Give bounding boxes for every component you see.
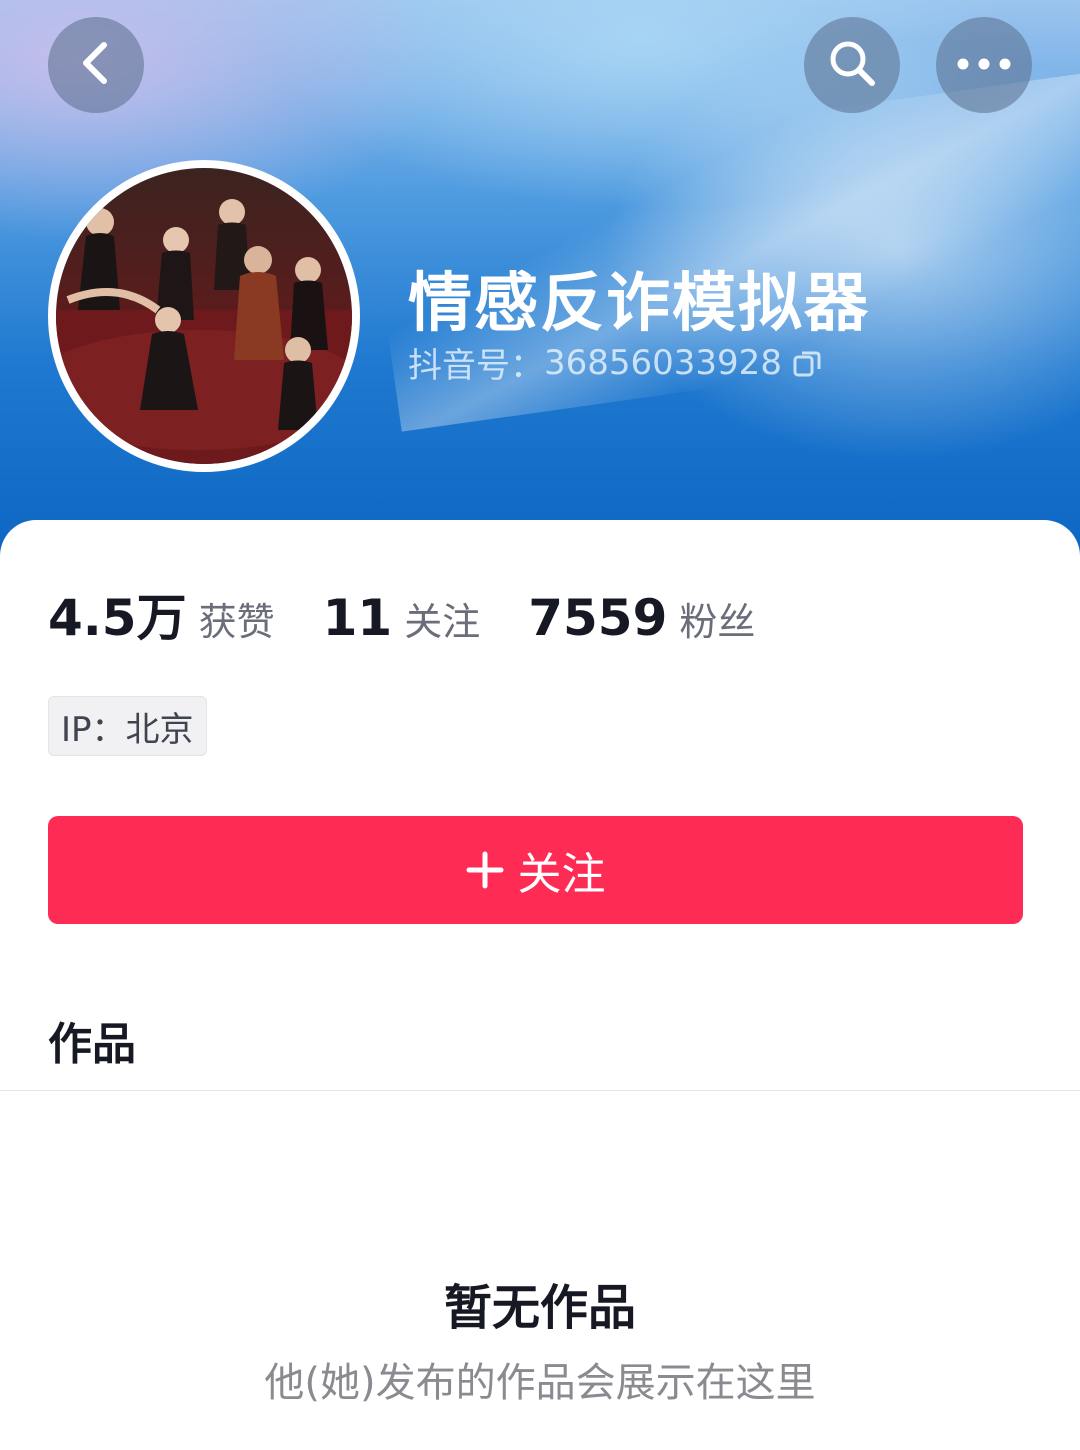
stat-value: 4.5万 — [48, 589, 187, 647]
douyin-id-value: 36856033928 — [544, 342, 782, 383]
divider — [0, 1090, 1080, 1091]
profile-page: 情感反诈模拟器 抖音号： 36856033928 4.5万 获赞 11 关注 7… — [0, 0, 1080, 1450]
douyin-id-label: 抖音号： — [408, 346, 544, 386]
stat-likes[interactable]: 4.5万 获赞 — [48, 578, 275, 650]
stat-followers[interactable]: 7559 粉丝 — [528, 589, 755, 647]
stats-row: 4.5万 获赞 11 关注 7559 粉丝 — [48, 578, 803, 650]
back-button[interactable] — [48, 17, 144, 113]
stat-label: 获赞 — [198, 600, 275, 644]
search-icon — [826, 37, 878, 93]
tab-works[interactable]: 作品 — [48, 1008, 136, 1072]
stat-value: 11 — [322, 589, 393, 647]
more-button[interactable] — [936, 17, 1032, 113]
follow-button-label: 关注 — [517, 849, 606, 900]
empty-state-title: 暂无作品 — [443, 1280, 636, 1336]
profile-nickname: 情感反诈模拟器 — [408, 267, 870, 341]
stat-label: 关注 — [404, 600, 481, 644]
profile-card: 4.5万 获赞 11 关注 7559 粉丝 IP：北京 关注 作品 暂无作品 他… — [0, 520, 1080, 1450]
avatar-group-photo — [56, 168, 352, 464]
search-button[interactable] — [804, 17, 900, 113]
more-horizontal-icon — [956, 56, 1012, 75]
plus-icon — [466, 851, 504, 889]
chevron-left-icon — [76, 39, 116, 91]
stat-value: 7559 — [528, 589, 668, 647]
ip-location-tag: IP：北京 — [48, 696, 207, 756]
douyin-id-row[interactable]: 抖音号： 36856033928 — [408, 338, 822, 387]
empty-state-subtitle: 他(她)发布的作品会展示在这里 — [264, 1360, 816, 1406]
follow-button[interactable]: 关注 — [48, 816, 1023, 924]
stat-following[interactable]: 11 关注 — [323, 589, 481, 647]
profile-banner: 情感反诈模拟器 抖音号： 36856033928 — [0, 0, 1080, 560]
copy-icon[interactable] — [792, 348, 822, 378]
stat-label: 粉丝 — [679, 600, 756, 644]
avatar[interactable] — [48, 160, 360, 472]
